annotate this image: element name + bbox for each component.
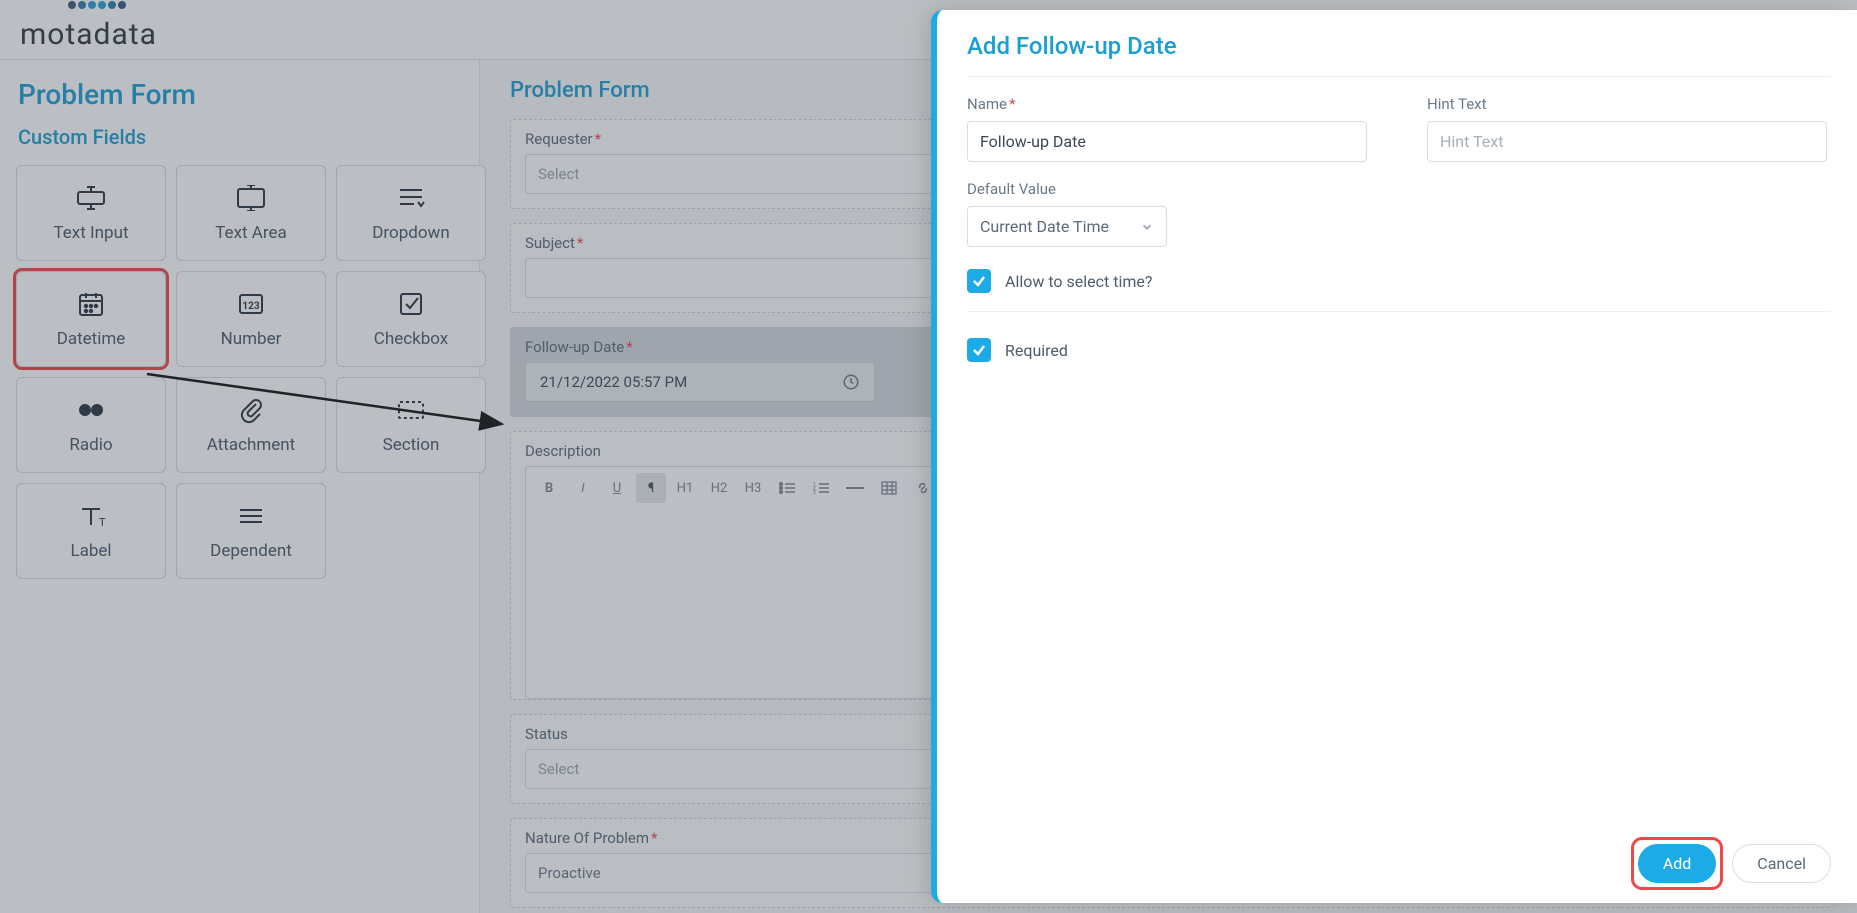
cancel-button[interactable]: Cancel	[1732, 844, 1831, 883]
add-button[interactable]: Add	[1638, 844, 1716, 883]
allow-time-checkbox[interactable]	[967, 269, 991, 293]
default-value-text: Current Date Time	[980, 217, 1109, 236]
name-input[interactable]	[967, 121, 1367, 162]
required-asterisk: *	[1009, 95, 1015, 113]
default-value-select[interactable]: Current Date Time	[967, 206, 1167, 247]
drawer-title: Add Follow-up Date	[967, 32, 1831, 77]
divider	[967, 311, 1831, 312]
add-field-drawer: Add Follow-up Date Name* Hint Text Defau…	[931, 10, 1857, 903]
hint-label: Hint Text	[1427, 95, 1827, 113]
required-label: Required	[1005, 341, 1068, 360]
default-value-label: Default Value	[967, 180, 1831, 198]
allow-time-label: Allow to select time?	[1005, 272, 1152, 291]
name-label: Name	[967, 95, 1007, 113]
required-checkbox[interactable]	[967, 338, 991, 362]
add-button-highlight: Add	[1636, 842, 1718, 885]
hint-input[interactable]	[1427, 121, 1827, 162]
chevron-down-icon	[1140, 220, 1154, 234]
